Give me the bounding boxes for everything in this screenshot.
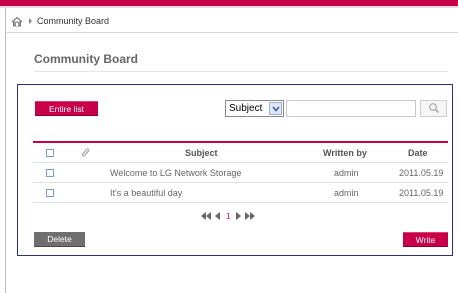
post-date: 2011.05.19 xyxy=(399,168,444,178)
delete-button[interactable]: Delete xyxy=(34,232,85,247)
title-divider xyxy=(34,71,448,72)
page-title: Community Board xyxy=(34,52,139,66)
post-writer: admin xyxy=(334,188,359,198)
previous-page-icon[interactable] xyxy=(215,212,220,220)
search-field-selected: Subject xyxy=(229,103,263,114)
paperclip-icon xyxy=(81,143,91,163)
chevron-down-icon[interactable] xyxy=(269,102,282,115)
row-checkbox[interactable] xyxy=(46,169,54,177)
top-accent-bar xyxy=(0,0,458,8)
column-header-date: Date xyxy=(408,148,428,158)
column-header-written-by: Written by xyxy=(323,148,367,158)
pagination: 1 xyxy=(201,210,256,222)
entire-list-button[interactable]: Entire list xyxy=(35,101,98,116)
home-icon[interactable] xyxy=(11,16,23,27)
next-page-icon[interactable] xyxy=(236,212,242,220)
search-button[interactable] xyxy=(420,100,447,117)
first-page-icon[interactable] xyxy=(201,212,211,220)
frame-divider xyxy=(5,8,6,293)
table-row[interactable]: Welcome to LG Network Storage admin 2011… xyxy=(33,163,448,183)
search-field-select[interactable]: Subject xyxy=(225,100,284,117)
select-all-checkbox[interactable] xyxy=(46,149,54,157)
search-input[interactable] xyxy=(286,100,416,117)
page-number-current[interactable]: 1 xyxy=(226,212,230,221)
table-row[interactable]: It's a beautiful day admin 2011.05.19 xyxy=(33,183,448,203)
search-icon xyxy=(428,102,440,116)
row-checkbox[interactable] xyxy=(46,189,54,197)
breadcrumb-divider xyxy=(6,32,458,33)
post-date: 2011.05.19 xyxy=(399,188,444,198)
column-header-subject: Subject xyxy=(185,148,218,158)
post-subject-link[interactable]: Welcome to LG Network Storage xyxy=(110,163,241,183)
write-button[interactable]: Write xyxy=(403,232,448,247)
board-panel: Entire list Subject Subject Written by D… xyxy=(17,84,453,256)
breadcrumb-separator-icon xyxy=(29,18,32,24)
last-page-icon[interactable] xyxy=(245,212,256,220)
breadcrumb: Community Board xyxy=(11,14,109,28)
post-writer: admin xyxy=(334,168,359,178)
post-subject-link[interactable]: It's a beautiful day xyxy=(110,183,182,203)
breadcrumb-current: Community Board xyxy=(37,16,110,26)
table-header-row: Subject Written by Date xyxy=(33,143,448,163)
